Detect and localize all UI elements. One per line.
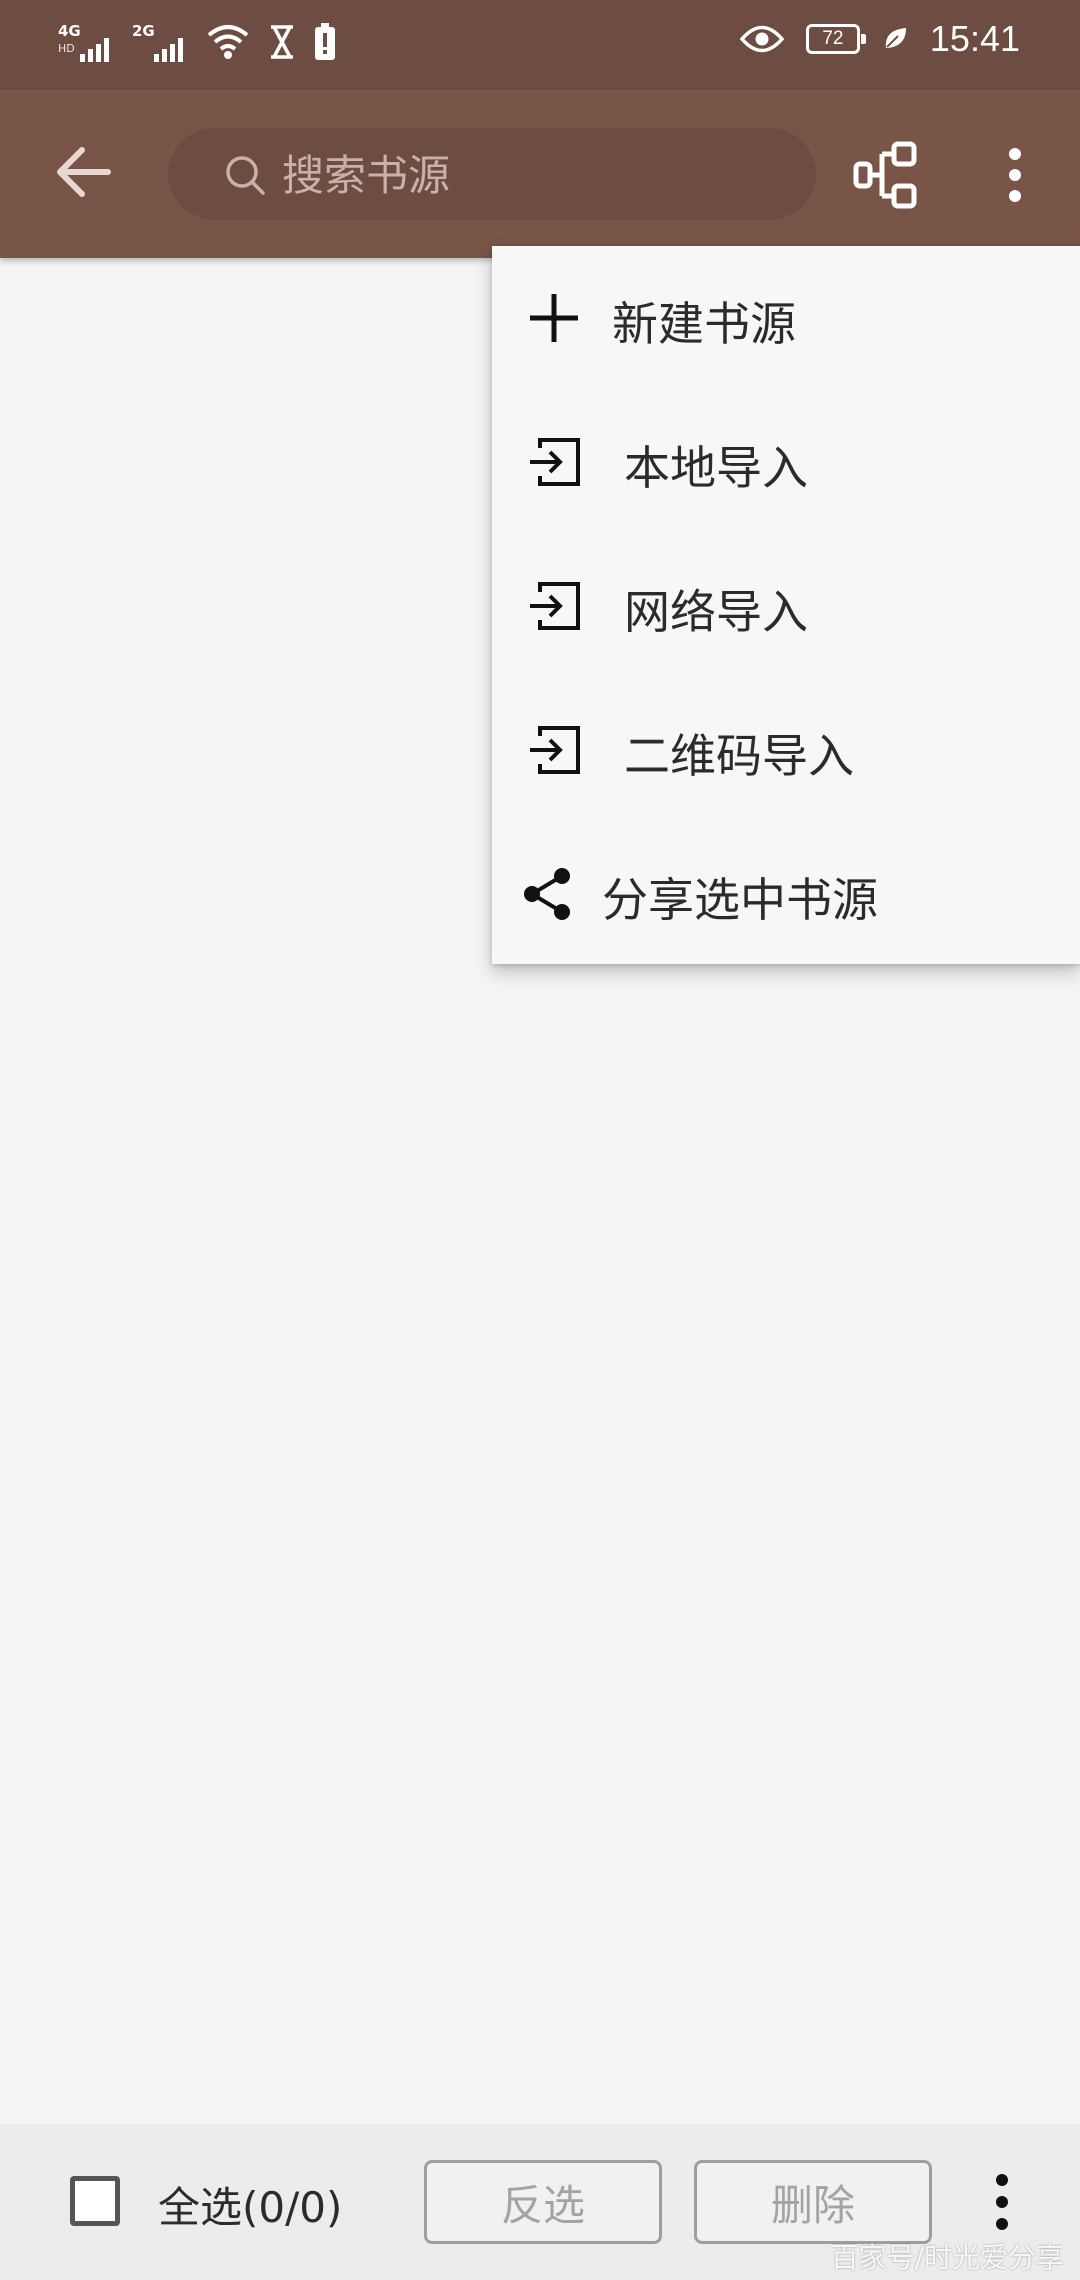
menu-item-network-import[interactable]: 网络导入	[492, 534, 1080, 678]
menu-item-label: 网络导入	[624, 585, 808, 639]
menu-item-label: 分享选中书源	[602, 873, 878, 927]
network-type-label: 4G	[58, 22, 81, 40]
share-icon	[524, 868, 570, 920]
menu-item-label: 二维码导入	[624, 729, 854, 783]
hourglass-icon	[271, 25, 293, 59]
menu-item-new-source[interactable]: 新建书源	[492, 246, 1080, 390]
menu-item-local-import[interactable]: 本地导入	[492, 390, 1080, 534]
import-icon	[530, 438, 580, 486]
battery-icon: 72	[805, 24, 866, 54]
plus-icon	[530, 294, 578, 342]
eye-icon	[739, 25, 784, 53]
network-type-label: 2G	[132, 22, 155, 40]
select-all-label[interactable]: 全选(0/0)	[158, 2174, 342, 2235]
import-icon	[530, 726, 580, 774]
leaf-icon	[885, 28, 906, 48]
menu-item-label: 本地导入	[624, 441, 808, 495]
bottom-action-bar: 全选(0/0) 反选 删除 百家号/时光爱分享	[0, 2124, 1080, 2280]
battery-alert-icon	[315, 23, 335, 60]
select-all-checkbox[interactable]	[70, 2176, 120, 2226]
battery-level: 72	[822, 28, 844, 49]
search-box[interactable]	[168, 128, 816, 220]
search-icon	[226, 156, 265, 195]
screen: 4G HD 2G 72 15:41 搜索书源 新建书源 本地导入 网络导入 二维…	[0, 0, 1080, 2280]
signal-4g-icon: 4G HD	[58, 20, 114, 64]
more-vert-icon[interactable]	[980, 140, 1050, 210]
status-bar: 4G HD 2G 72 15:41	[0, 0, 1080, 90]
menu-item-share-selected[interactable]: 分享选中书源	[492, 822, 1080, 966]
signal-2g-icon: 2G	[132, 20, 188, 64]
back-arrow-icon[interactable]	[48, 136, 120, 208]
delete-button[interactable]: 删除	[694, 2160, 932, 2244]
watermark: 百家号/时光爱分享	[830, 2241, 1064, 2274]
group-icon[interactable]	[852, 140, 922, 210]
wifi-icon	[207, 25, 249, 59]
clock: 15:41	[929, 18, 1020, 59]
more-vert-icon[interactable]	[970, 2170, 1034, 2234]
search-input[interactable]	[280, 144, 784, 206]
menu-item-label: 新建书源	[612, 297, 796, 351]
import-icon	[530, 582, 580, 630]
overflow-menu: 新建书源 本地导入 网络导入 二维码导入 分享选中书源	[492, 246, 1080, 964]
network-sub-label: HD	[58, 42, 75, 55]
invert-selection-button[interactable]: 反选	[424, 2160, 662, 2244]
toolbar	[0, 90, 1080, 258]
menu-item-qrcode-import[interactable]: 二维码导入	[492, 678, 1080, 822]
